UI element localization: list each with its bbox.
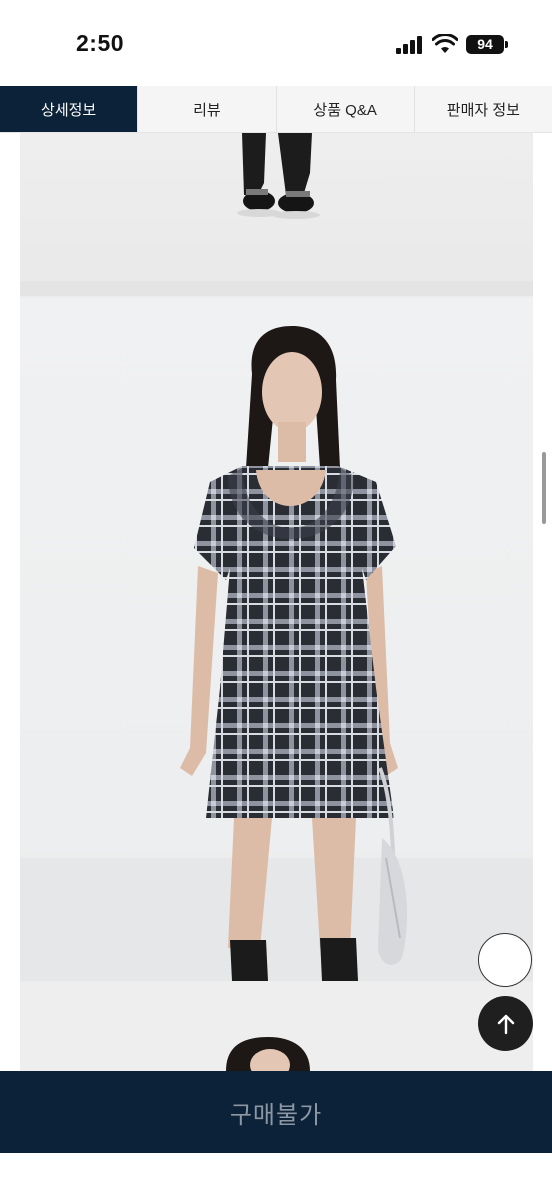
product-photo-model — [20, 298, 533, 981]
signal-icon — [396, 36, 424, 54]
tab-reviews[interactable]: 리뷰 — [137, 86, 276, 132]
status-bar: 2:50 94 — [0, 0, 552, 86]
product-photo-next — [20, 983, 533, 1071]
scrollbar[interactable] — [542, 452, 546, 524]
wifi-icon — [432, 34, 458, 53]
purchase-bar[interactable]: 구매불가 — [0, 1071, 552, 1153]
purchase-button-label: 구매불가 — [229, 1101, 323, 1129]
status-time: 2:50 — [76, 30, 125, 56]
scroll-to-top-button[interactable] — [478, 996, 533, 1051]
battery-indicator: 94 — [466, 35, 504, 54]
tab-seller-info[interactable]: 판매자 정보 — [413, 86, 552, 132]
battery-nub — [505, 41, 508, 48]
floating-circle-button[interactable] — [478, 933, 532, 987]
tab-bar: 상세정보 리뷰 상품 Q&A 판매자 정보 — [0, 86, 552, 133]
arrow-up-icon — [497, 1014, 514, 1034]
product-detail-images — [20, 133, 533, 1071]
tab-qna[interactable]: 상품 Q&A — [275, 86, 414, 132]
product-photo-boots — [20, 133, 533, 296]
tab-details[interactable]: 상세정보 — [0, 86, 138, 132]
